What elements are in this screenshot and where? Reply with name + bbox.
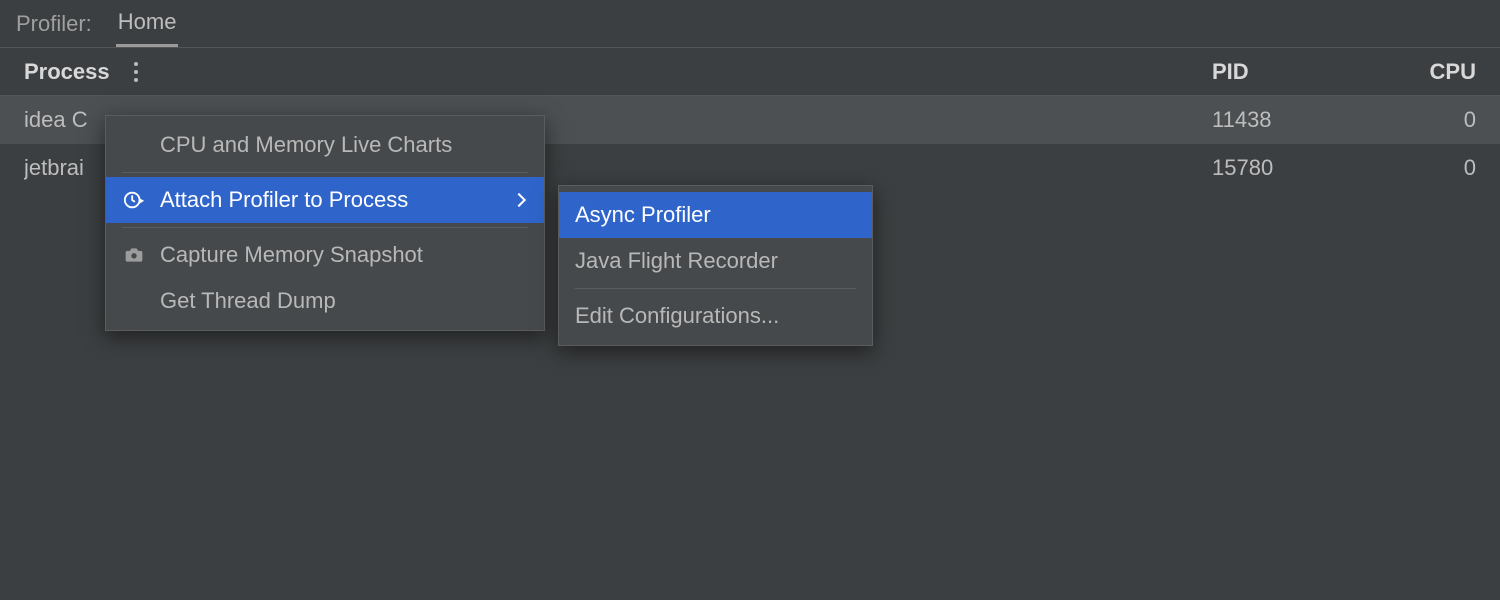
menu-separator bbox=[575, 288, 856, 289]
cell-pid: 11438 bbox=[1212, 107, 1412, 133]
menu-item-capture-memory-snapshot[interactable]: Capture Memory Snapshot bbox=[106, 232, 544, 278]
kebab-icon[interactable] bbox=[130, 58, 142, 86]
blank-icon bbox=[122, 289, 146, 313]
column-header-cpu-label: CPU bbox=[1430, 59, 1476, 84]
blank-icon bbox=[122, 133, 146, 157]
column-header-pid[interactable]: PID bbox=[1212, 59, 1412, 85]
submenu-item-edit-configurations[interactable]: Edit Configurations... bbox=[559, 293, 872, 339]
submenu-item-label: Async Profiler bbox=[575, 202, 852, 228]
menu-item-label: Attach Profiler to Process bbox=[160, 187, 500, 213]
submenu-item-label: Edit Configurations... bbox=[575, 303, 852, 329]
menu-separator bbox=[122, 227, 528, 228]
context-submenu: Async Profiler Java Flight Recorder Edit… bbox=[558, 185, 873, 346]
submenu-item-java-flight-recorder[interactable]: Java Flight Recorder bbox=[559, 238, 872, 284]
menu-item-label: Get Thread Dump bbox=[160, 288, 524, 314]
column-header-process-label: Process bbox=[24, 59, 110, 85]
cell-cpu: 0 bbox=[1412, 107, 1476, 133]
submenu-item-label: Java Flight Recorder bbox=[575, 248, 852, 274]
submenu-item-async-profiler[interactable]: Async Profiler bbox=[559, 192, 872, 238]
menu-separator bbox=[122, 172, 528, 173]
menu-item-attach-profiler[interactable]: Attach Profiler to Process bbox=[106, 177, 544, 223]
profiler-tabbar-label: Profiler: bbox=[16, 11, 92, 37]
camera-icon bbox=[122, 243, 146, 267]
column-header-process[interactable]: Process bbox=[24, 58, 164, 86]
profiler-tabbar: Profiler: Home bbox=[0, 0, 1500, 48]
tab-home[interactable]: Home bbox=[116, 0, 179, 47]
process-table-header: Process PID CPU bbox=[0, 48, 1500, 96]
menu-item-label: CPU and Memory Live Charts bbox=[160, 132, 524, 158]
column-header-pid-label: PID bbox=[1212, 59, 1249, 84]
context-menu: CPU and Memory Live Charts Attach Profil… bbox=[105, 115, 545, 331]
cell-pid: 15780 bbox=[1212, 155, 1412, 181]
menu-item-label: Capture Memory Snapshot bbox=[160, 242, 524, 268]
chevron-right-icon bbox=[512, 193, 526, 207]
column-header-cpu[interactable]: CPU bbox=[1412, 59, 1476, 85]
cell-cpu: 0 bbox=[1412, 155, 1476, 181]
clock-play-icon bbox=[122, 188, 146, 212]
menu-item-cpu-memory-live-charts[interactable]: CPU and Memory Live Charts bbox=[106, 122, 544, 168]
menu-item-get-thread-dump[interactable]: Get Thread Dump bbox=[106, 278, 544, 324]
tab-home-label: Home bbox=[118, 9, 177, 35]
